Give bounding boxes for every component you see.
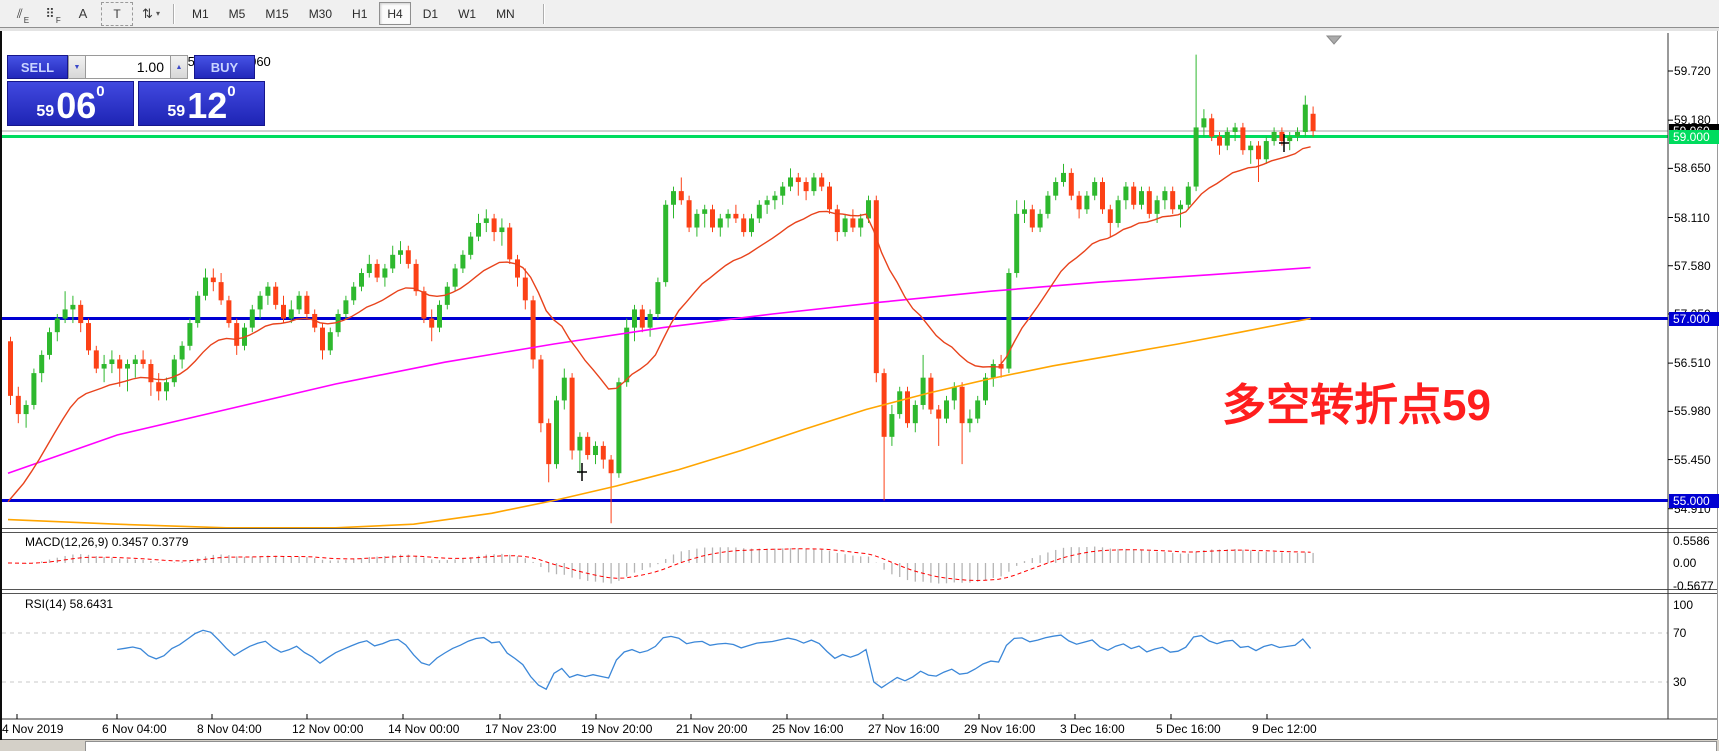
macd-scale-label: -0.5677 (1673, 579, 1714, 593)
caret-down-icon: ▼ (74, 64, 81, 71)
price-badge: 59.000 (1669, 130, 1719, 144)
window-top-edge (0, 28, 1719, 31)
volume-increase-button[interactable]: ▲ (170, 55, 188, 79)
macd-scale-label: 0.00 (1673, 556, 1696, 570)
grid-icon[interactable]: ⠿F (41, 3, 65, 25)
timeframe-D1[interactable]: D1 (415, 2, 446, 25)
caret-up-icon: ▲ (176, 64, 183, 71)
date-axis-label: 25 Nov 16:00 (772, 722, 843, 736)
bid-prefix: 59 (36, 104, 54, 120)
timeframe-M15[interactable]: M15 (257, 2, 296, 25)
sell-button[interactable]: SELL (7, 55, 68, 79)
indicators-icon[interactable]: ⫽E (11, 3, 35, 25)
price-badge: 57.000 (1669, 312, 1719, 326)
bid-price-box[interactable]: 59 06 0 (7, 81, 134, 126)
volume-decrease-button[interactable]: ▼ (68, 55, 86, 79)
date-axis-label: 5 Dec 16:00 (1156, 722, 1221, 736)
date-axis-label: 27 Nov 16:00 (868, 722, 939, 736)
date-axis-label: 17 Nov 23:00 (485, 722, 556, 736)
date-axis-label: 4 Nov 2019 (2, 722, 63, 736)
rsi-scale-label: 30 (1673, 675, 1686, 689)
trade-panel: SELL ▼ ▲ BUY 59 06 0 59 12 0 (7, 55, 265, 126)
timeframe-W1[interactable]: W1 (450, 2, 484, 25)
macd-scale-label: 0.5586 (1673, 534, 1710, 548)
price-axis-label: 55.450 (1674, 453, 1711, 467)
date-axis-label: 8 Nov 04:00 (197, 722, 262, 736)
timeframe-H1[interactable]: H1 (344, 2, 375, 25)
toolbar: ⫽E ⠿F AT ⇅▾ M1M5M15M30H1H4D1W1MN (0, 0, 1719, 28)
price-axis-label: 59.720 (1674, 64, 1711, 78)
timeframe-H4[interactable]: H4 (379, 2, 410, 25)
price-axis-label: 58.650 (1674, 161, 1711, 175)
bottom-tab-strip (0, 740, 1719, 751)
timeframe-M30[interactable]: M30 (301, 2, 340, 25)
ask-sup: 0 (227, 84, 235, 99)
terminal-edge (85, 741, 1717, 751)
buy-button[interactable]: BUY (194, 55, 255, 79)
date-axis-label: 12 Nov 00:00 (292, 722, 363, 736)
date-axis-label: 14 Nov 00:00 (388, 722, 459, 736)
ask-main: 12 (187, 91, 227, 122)
date-axis-label: 6 Nov 04:00 (102, 722, 167, 736)
text-box-icon[interactable]: T (101, 2, 133, 26)
timeframe-M5[interactable]: M5 (221, 2, 254, 25)
text-label-icon[interactable]: A (71, 3, 95, 25)
ask-price-box[interactable]: 59 12 0 (138, 81, 265, 126)
date-axis-label: 3 Dec 16:00 (1060, 722, 1125, 736)
timeframe-MN[interactable]: MN (488, 2, 523, 25)
price-axis-label: 56.510 (1674, 356, 1711, 370)
bid-main: 06 (56, 91, 96, 122)
ask-prefix: 59 (167, 104, 185, 120)
date-axis-label: 21 Nov 20:00 (676, 722, 747, 736)
date-axis-label: 9 Dec 12:00 (1252, 722, 1317, 736)
timeframe-M1[interactable]: M1 (184, 2, 217, 25)
date-axis-label: 19 Nov 20:00 (581, 722, 652, 736)
macd-label: MACD(12,26,9) 0.3457 0.3779 (25, 535, 188, 549)
price-badge: 55.000 (1669, 494, 1719, 508)
rsi-scale-label: 70 (1673, 626, 1686, 640)
toolbar-separator (173, 4, 175, 24)
volume-input[interactable] (86, 55, 170, 79)
price-axis-label: 57.580 (1674, 259, 1711, 273)
price-axis-label: 58.110 (1674, 211, 1710, 225)
arrows-icon[interactable]: ⇅▾ (139, 3, 163, 25)
rsi-label: RSI(14) 58.6431 (25, 597, 113, 611)
chart-text-annotation[interactable]: 多空转折点59 (1222, 384, 1491, 428)
date-axis-label: 29 Nov 16:00 (964, 722, 1035, 736)
toolbar-separator (543, 4, 545, 24)
bid-sup: 0 (96, 84, 104, 99)
price-axis-label: 55.980 (1674, 404, 1711, 418)
rsi-scale-label: 100 (1673, 598, 1693, 612)
